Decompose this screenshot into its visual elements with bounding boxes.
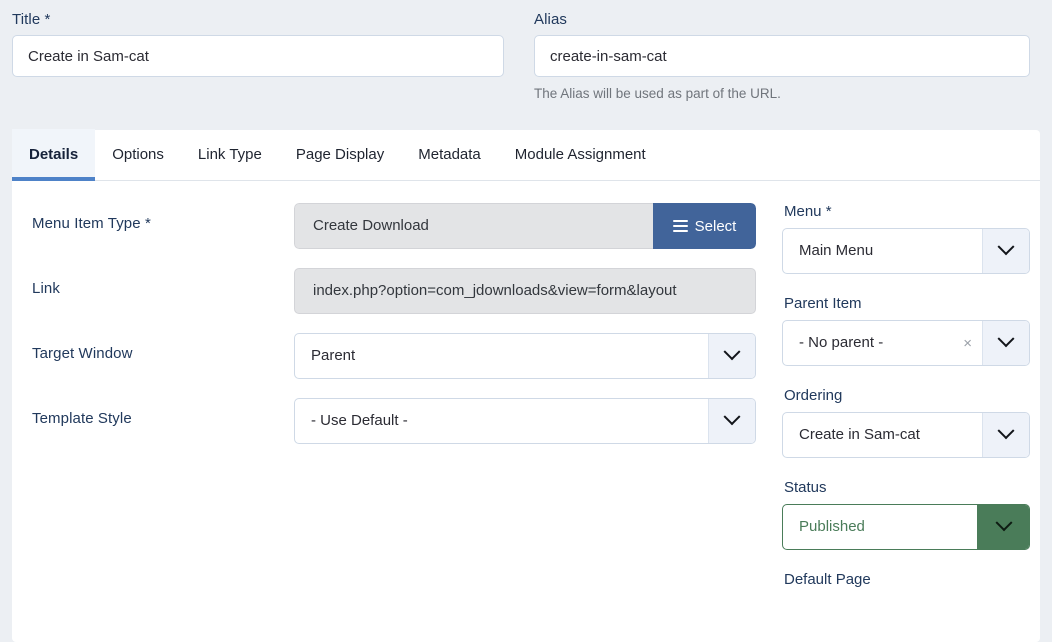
default-page-label: Default Page	[784, 571, 871, 588]
target-window-value: Parent	[311, 347, 356, 364]
details-panel: Menu Item Type * Create Download Select …	[12, 181, 1040, 642]
chevron-down-icon[interactable]	[708, 334, 755, 378]
chevron-down-icon[interactable]	[982, 229, 1029, 273]
alias-label: Alias	[534, 11, 568, 28]
menu-item-type-row: Menu Item Type * Create Download Select	[32, 203, 772, 249]
template-style-select[interactable]: - Use Default -	[294, 398, 756, 444]
alias-input[interactable]	[534, 35, 1030, 77]
parent-item-label: Parent Item	[784, 295, 862, 312]
template-style-value: - Use Default -	[311, 412, 408, 429]
target-window-label: Target Window	[32, 345, 133, 362]
alias-help-text: The Alias will be used as part of the UR…	[534, 86, 781, 101]
tab-module-assignment[interactable]: Module Assignment	[498, 129, 663, 180]
menu-item-type-select-button[interactable]: Select	[653, 203, 756, 249]
tab-options[interactable]: Options	[95, 129, 181, 180]
menu-field-group: Menu * Main Menu	[782, 203, 1030, 274]
parent-item-field-group: Parent Item - No parent - ×	[782, 295, 1030, 366]
ordering-select[interactable]: Create in Sam-cat	[782, 412, 1030, 458]
target-window-select[interactable]: Parent	[294, 333, 756, 379]
target-window-row: Target Window Parent	[32, 333, 772, 379]
ordering-field-group: Ordering Create in Sam-cat	[782, 387, 1030, 458]
title-input[interactable]	[12, 35, 504, 77]
ordering-label: Ordering	[784, 387, 843, 404]
tab-bar-wrapper: Details Options Link Type Page Display M…	[0, 129, 1052, 181]
top-form-strip: Title * Alias The Alias will be used as …	[0, 0, 1052, 130]
default-page-field-group: Default Page	[782, 571, 1030, 588]
tab-page-display[interactable]: Page Display	[279, 129, 401, 180]
menu-select[interactable]: Main Menu	[782, 228, 1030, 274]
list-icon	[672, 220, 688, 232]
title-label: Title *	[12, 11, 51, 28]
menu-item-type-label: Menu Item Type *	[32, 215, 151, 232]
menu-label: Menu *	[784, 203, 832, 220]
chevron-down-icon[interactable]	[982, 321, 1029, 365]
tab-link-type[interactable]: Link Type	[181, 129, 279, 180]
parent-item-value: - No parent -	[799, 334, 884, 351]
link-row: Link index.php?option=com_jdownloads&vie…	[32, 268, 772, 314]
status-select[interactable]: Published	[782, 504, 1030, 550]
menu-item-type-value: Create Download	[294, 203, 653, 249]
alias-field-group: Alias The Alias will be used as part of …	[534, 0, 1030, 101]
title-field-group: Title *	[12, 0, 504, 101]
chevron-down-icon[interactable]	[977, 505, 1029, 549]
tab-bar: Details Options Link Type Page Display M…	[12, 129, 1040, 181]
chevron-down-icon[interactable]	[708, 399, 755, 443]
status-field-group: Status Published	[782, 479, 1030, 550]
status-value: Published	[799, 518, 865, 535]
details-main-column: Menu Item Type * Create Download Select …	[12, 181, 772, 642]
clear-icon[interactable]: ×	[959, 336, 982, 351]
status-label: Status	[784, 479, 827, 496]
details-sidebar: Menu * Main Menu Parent Item - No parent…	[772, 181, 1040, 642]
menu-value: Main Menu	[799, 242, 874, 259]
tab-details[interactable]: Details	[12, 129, 96, 181]
menu-item-type-control: Create Download Select	[294, 203, 756, 249]
link-label: Link	[32, 280, 60, 297]
template-style-row: Template Style - Use Default -	[32, 398, 772, 444]
parent-item-select[interactable]: - No parent - ×	[782, 320, 1030, 366]
select-button-label: Select	[694, 217, 737, 235]
template-style-label: Template Style	[32, 410, 132, 427]
chevron-down-icon[interactable]	[982, 413, 1029, 457]
link-readonly-value: index.php?option=com_jdownloads&view=for…	[294, 268, 756, 314]
tab-metadata[interactable]: Metadata	[401, 129, 498, 180]
ordering-value: Create in Sam-cat	[799, 426, 920, 443]
